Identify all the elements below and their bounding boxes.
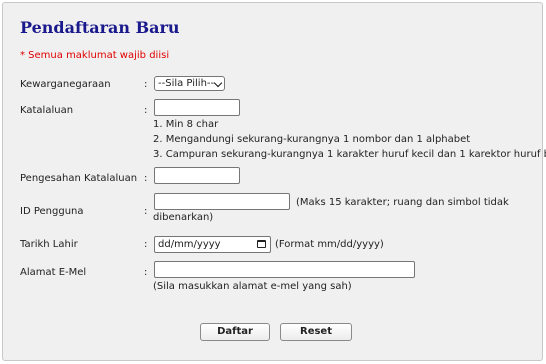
user-id-note-line2: dibenarkan): [153, 212, 214, 223]
user-id-label: ID Pengguna: [20, 206, 84, 217]
password-rule-2: 2. Mengandungi sekurang-kurangnya 1 nomb…: [153, 134, 471, 145]
password-rule-1: 1. Min 8 char: [153, 119, 219, 130]
password-colon: :: [144, 105, 148, 116]
confirm-password-label: Pengesahan Katalaluan: [20, 173, 138, 184]
user-id-input[interactable]: [154, 193, 290, 210]
nationality-colon: :: [144, 79, 148, 90]
birth-date-note: (Format mm/dd/yyyy): [275, 239, 384, 250]
confirm-password-input[interactable]: [154, 167, 240, 184]
password-rules: 1. Min 8 char 2. Mengandungi sekurang-ku…: [153, 117, 546, 162]
calendar-icon[interactable]: [257, 240, 266, 248]
email-note: (Sila masukkan alamat e-mel yang sah): [153, 281, 352, 292]
birth-date-input[interactable]: dd/mm/yyyy: [154, 236, 271, 253]
user-id-note-line1: (Maks 15 karakter; ruang dan simbol tida…: [296, 197, 509, 208]
reset-button[interactable]: Reset: [280, 323, 352, 341]
form-title: Pendaftaran Baru: [20, 18, 180, 37]
email-colon: :: [144, 267, 148, 278]
submit-button[interactable]: Daftar: [200, 323, 270, 341]
user-id-colon: :: [144, 206, 148, 217]
chevron-down-icon: [213, 78, 223, 88]
confirm-password-colon: :: [144, 173, 148, 184]
email-input[interactable]: [154, 261, 415, 278]
birth-date-colon: :: [144, 239, 148, 250]
birth-date-placeholder: dd/mm/yyyy: [158, 239, 221, 250]
password-rule-3: 3. Campuran sekurang-kurangnya 1 karakte…: [153, 149, 546, 160]
password-input[interactable]: [154, 99, 240, 116]
registration-panel: Pendaftaran Baru * Semua maklumat wajib …: [2, 2, 546, 361]
nationality-selected-value: --Sila Pilih--: [158, 78, 215, 89]
nationality-label: Kewarganegaraan: [20, 79, 111, 90]
birth-date-label: Tarikh Lahir: [20, 239, 78, 250]
email-label: Alamat E-Mel: [20, 267, 87, 278]
password-label: Katalaluan: [20, 105, 74, 116]
nationality-select[interactable]: --Sila Pilih--: [154, 76, 225, 91]
required-note: * Semua maklumat wajib diisi: [20, 50, 170, 61]
